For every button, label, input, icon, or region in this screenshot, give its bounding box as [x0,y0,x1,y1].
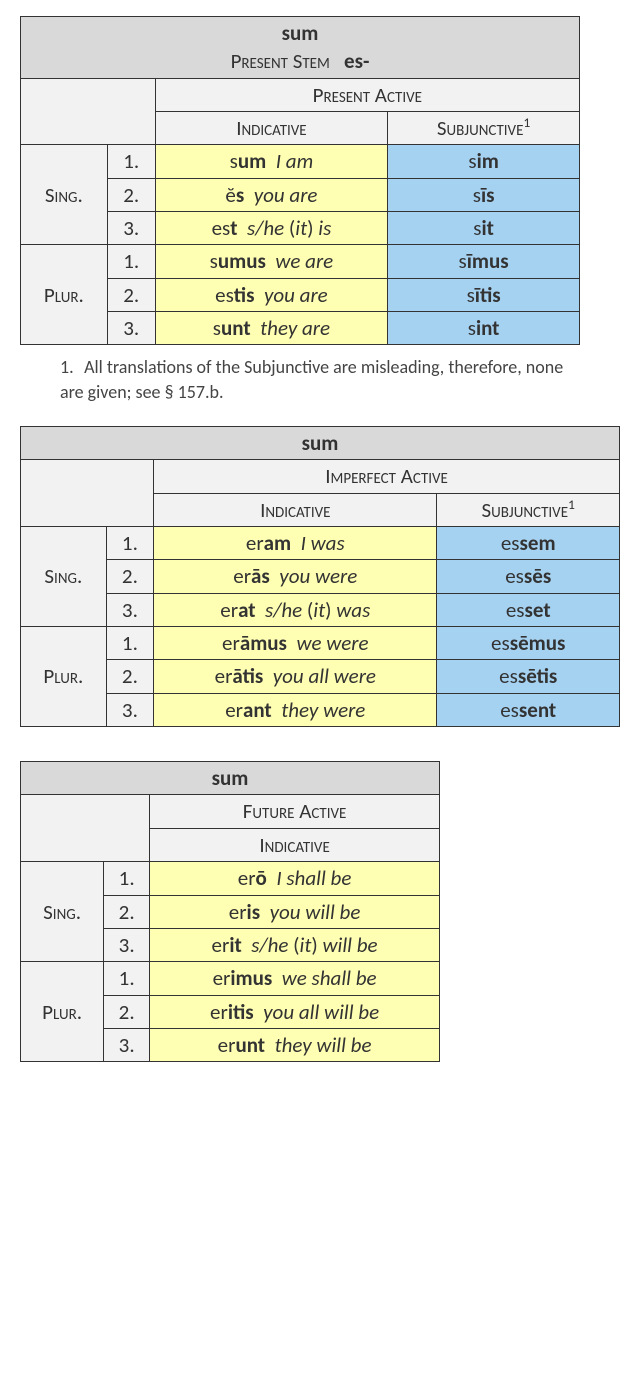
subj-cell: sītis [388,278,580,311]
blank-header [21,460,154,527]
ind-cell: sunt they are [155,312,388,345]
ind-cell: eris you will be [150,895,440,928]
subjunctive-header: Subjunctive1 [437,493,620,526]
ind-cell: erimus we shall be [150,962,440,995]
verb-name: sum [282,20,319,46]
person-num: 1. [107,145,155,178]
ind-cell: est s/he (it) is [155,212,388,245]
ind-cell: erunt they will be [150,1028,440,1061]
person-num: 2. [104,995,150,1028]
person-num: 3. [107,312,155,345]
stem-label: Present Stem [231,48,330,74]
ind-cell: erātis you all were [154,660,437,693]
subj-cell: sim [388,145,580,178]
ind-cell: erō I shall be [150,862,440,895]
subj-cell: esset [437,593,620,626]
person-num: 3. [104,928,150,961]
footnote-text: All translations of the Subjunctive are … [60,356,563,402]
person-num: 1. [104,962,150,995]
tense-header: Present Active [155,78,579,111]
person-num: 3. [106,693,153,726]
ind-cell: sumus we are [155,245,388,278]
sing-label: Sing. [21,145,108,245]
subj-cell: essem [437,527,620,560]
ind-cell: ĕs you are [155,178,388,211]
ind-cell: eritis you all will be [150,995,440,1028]
subj-cell: essēmus [437,627,620,660]
ind-cell: erit s/he (it) will be [150,928,440,961]
tense-header: Imperfect Active [154,460,620,493]
present-title: sum Present Stem es- [21,17,580,79]
person-num: 1. [104,862,150,895]
imperfect-title: sum [21,427,620,460]
ind-cell: sum I am [155,145,388,178]
person-num: 1. [106,627,153,660]
ind-cell: eram I was [154,527,437,560]
person-num: 1. [107,245,155,278]
blank-header [21,795,150,862]
indicative-header: Indicative [150,828,440,861]
footnote-num: 1. [60,355,80,379]
person-num: 2. [106,660,153,693]
person-num: 3. [106,593,153,626]
plur-label: Plur. [21,245,108,345]
footnote: 1. All translations of the Subjunctive a… [60,355,580,404]
imperfect-table: sum Imperfect Active Indicative Subjunct… [20,426,620,727]
subj-cell: essētis [437,660,620,693]
ind-cell: erāmus we were [154,627,437,660]
person-num: 2. [106,560,153,593]
person-num: 2. [104,895,150,928]
present-table: sum Present Stem es- Present Active Indi… [20,16,580,345]
subj-cell: sit [388,212,580,245]
blank-header [21,78,156,145]
person-num: 3. [104,1028,150,1061]
sing-label: Sing. [21,862,104,962]
subj-cell: sint [388,312,580,345]
sing-label: Sing. [21,527,107,627]
plur-label: Plur. [21,962,104,1062]
person-num: 2. [107,178,155,211]
person-num: 3. [107,212,155,245]
ind-cell: erat s/he (it) was [154,593,437,626]
subjunctive-header: Subjunctive1 [388,112,580,145]
subj-cell: sīs [388,178,580,211]
stem-value: es- [344,48,369,74]
plur-label: Plur. [21,627,107,727]
future-table: sum Future Active Indicative Sing. 1. er… [20,761,440,1062]
ind-cell: erās you were [154,560,437,593]
indicative-header: Indicative [154,493,437,526]
indicative-header: Indicative [155,112,388,145]
tense-header: Future Active [150,795,440,828]
ind-cell: erant they were [154,693,437,726]
person-num: 2. [107,278,155,311]
subj-cell: essēs [437,560,620,593]
subj-cell: essent [437,693,620,726]
future-title: sum [21,762,440,795]
person-num: 1. [106,527,153,560]
ind-cell: estis you are [155,278,388,311]
subj-cell: sīmus [388,245,580,278]
